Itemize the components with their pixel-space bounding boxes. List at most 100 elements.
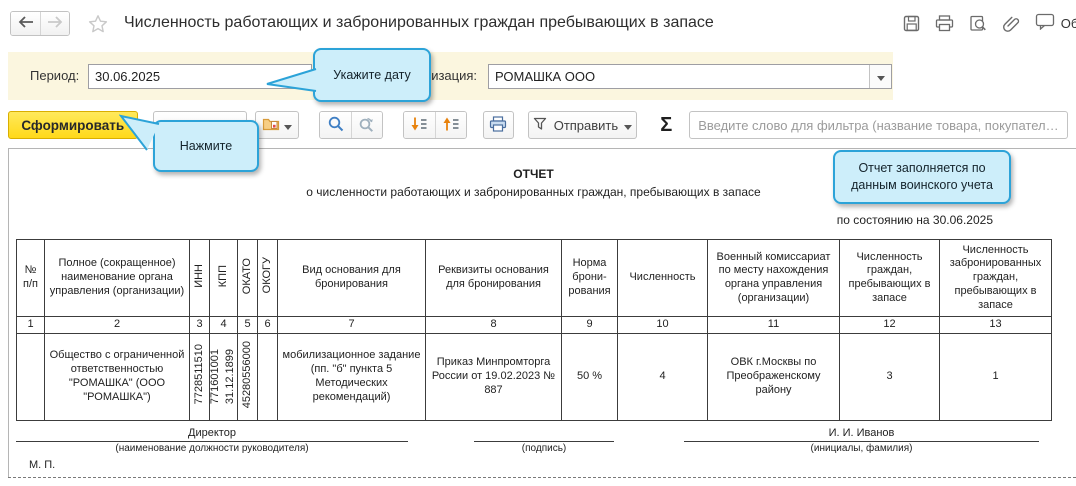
expand-groups-button[interactable]: [435, 112, 466, 138]
col-header: Численность граждан, пребывающих в запас…: [840, 240, 940, 317]
grouping-button-group: [403, 111, 467, 139]
table-row: Общество с ограниченной ответственностью…: [17, 333, 1052, 420]
col-number: 9: [562, 317, 618, 334]
arrow-down-list-icon: [410, 116, 428, 135]
chevron-down-icon: [877, 69, 885, 84]
page-title: Численность работающих и забронированных…: [124, 14, 714, 32]
col-header: Военный комиссариат по месту нахождения …: [708, 240, 840, 317]
cell-booking-rate: 50 %: [562, 333, 618, 420]
link-icon[interactable]: [1002, 14, 1020, 32]
tooltip-tail-upleft: [119, 114, 161, 152]
search-next-icon: [358, 116, 375, 135]
printer-icon: [489, 116, 507, 135]
cell-headcount: 4: [618, 333, 708, 420]
col-number: 6: [258, 317, 278, 334]
col-number: 2: [45, 317, 190, 334]
col-header: КПП: [210, 240, 238, 317]
col-header: ОКОГУ: [258, 240, 278, 317]
preview-icon[interactable]: [969, 15, 987, 32]
period-label: Период:: [30, 68, 79, 83]
cell-okogu: [258, 333, 278, 420]
military-data-hint-text: Отчет заполняется по данным воинского уч…: [843, 160, 1001, 194]
back-button[interactable]: [11, 12, 40, 35]
col-number: 1: [17, 317, 45, 334]
arrow-up-list-icon: [442, 116, 460, 135]
discussions-label: Обсужден: [1061, 16, 1076, 31]
signature-position-value: Директор: [16, 427, 408, 442]
tooltip-tail-left: [265, 66, 317, 94]
report-variants-icon: [262, 116, 280, 134]
print-icon[interactable]: [935, 15, 954, 32]
signature-sign-block: (подпись): [474, 427, 614, 454]
search-icon: [328, 116, 344, 135]
signature-sign-line: [474, 427, 614, 442]
chevron-down-icon: [624, 118, 632, 133]
cell-inn: 7728511510: [190, 333, 210, 420]
col-header: ОКАТО: [238, 240, 258, 317]
top-bar: Численность работающих и забронированных…: [0, 0, 1076, 46]
cell-booking-basis-type: мобилизационное задание (пп. "б" пункта …: [278, 333, 426, 420]
col-header: Численность: [618, 240, 708, 317]
report-variants-button[interactable]: [255, 111, 299, 139]
col-header: ИНН: [190, 240, 210, 317]
table-column-numbers-row: 1 2 3 4 5 6 7 8 9 10 11 12 13: [17, 317, 1052, 334]
send-icon: [533, 117, 548, 134]
signature-sign-caption: (подпись): [474, 442, 614, 454]
send-button[interactable]: Отправить: [528, 111, 638, 139]
col-header: Реквизиты основания для бронирования: [426, 240, 562, 317]
col-number: 12: [840, 317, 940, 334]
table-header-row: № п/п Полное (сокращенное) наименование …: [17, 240, 1052, 317]
parameters-bar: Период: Организация:: [8, 52, 893, 100]
save-icon[interactable]: [903, 15, 920, 32]
stamp-place-label: М. П.: [29, 459, 55, 471]
sum-sigma-button[interactable]: Σ: [653, 114, 679, 137]
favorite-star-icon[interactable]: [88, 14, 108, 33]
cell-military-commissariat: ОВК г.Москвы по Преображенскому району: [708, 333, 840, 420]
organization-input[interactable]: [489, 65, 869, 88]
col-number: 8: [426, 317, 562, 334]
col-header: Полное (сокращенное) наименование органа…: [45, 240, 190, 317]
chevron-down-icon: [284, 118, 292, 133]
discussions-button[interactable]: Обсужден: [1035, 13, 1076, 33]
forward-button[interactable]: [40, 12, 69, 35]
col-number: 4: [210, 317, 238, 334]
col-number: 7: [278, 317, 426, 334]
search-button[interactable]: [320, 112, 351, 138]
discussion-icon: [1035, 13, 1055, 33]
page-break-dashed-line: [8, 477, 1076, 478]
print-report-button[interactable]: [483, 111, 514, 139]
date-hint-text: Укажите дату: [333, 68, 411, 82]
col-header: Численность забронированных граждан, пре…: [940, 240, 1052, 317]
cell-kpp: 771601001 31.12.1899: [210, 333, 238, 420]
back-arrow-icon: [18, 16, 34, 31]
nav-history-group: [10, 11, 70, 36]
report-as-of-date: по состоянию на 30.06.2025: [16, 213, 1051, 227]
forward-arrow-icon: [47, 16, 63, 31]
signature-name-block: И. И. Иванов (инициалы, фамилия): [684, 427, 1039, 454]
col-header: Норма брони-рования: [562, 240, 618, 317]
col-number: 11: [708, 317, 840, 334]
signature-position-caption: (наименование должности руководителя): [16, 442, 408, 454]
report-table: № п/п Полное (сокращенное) наименование …: [16, 239, 1052, 421]
signature-position-block: Директор (наименование должности руковод…: [16, 427, 408, 454]
cell-booked-reserve-citizens-count: 1: [940, 333, 1052, 420]
press-hint-tooltip: Нажмите: [153, 120, 259, 172]
col-number: 3: [190, 317, 210, 334]
col-number: 10: [618, 317, 708, 334]
organization-dropdown-button[interactable]: [869, 65, 891, 88]
cell-okato: 45280556000: [238, 333, 258, 420]
col-number: 5: [238, 317, 258, 334]
filter-input[interactable]: [689, 111, 1068, 139]
organization-field: [488, 64, 892, 89]
top-actions: Обсужден: [903, 0, 1076, 46]
cell-organization-name: Общество с ограниченной ответственностью…: [45, 333, 190, 420]
search-button-group: [319, 111, 383, 139]
cell-row-number: [17, 333, 45, 420]
press-hint-text: Нажмите: [180, 139, 232, 153]
search-next-button[interactable]: [351, 112, 382, 138]
collapse-groups-button[interactable]: [404, 112, 435, 138]
signature-name-caption: (инициалы, фамилия): [684, 442, 1039, 454]
date-hint-tooltip: Укажите дату: [313, 48, 431, 102]
send-label: Отправить: [554, 118, 618, 133]
military-data-hint-tooltip: Отчет заполняется по данным воинского уч…: [833, 150, 1011, 204]
